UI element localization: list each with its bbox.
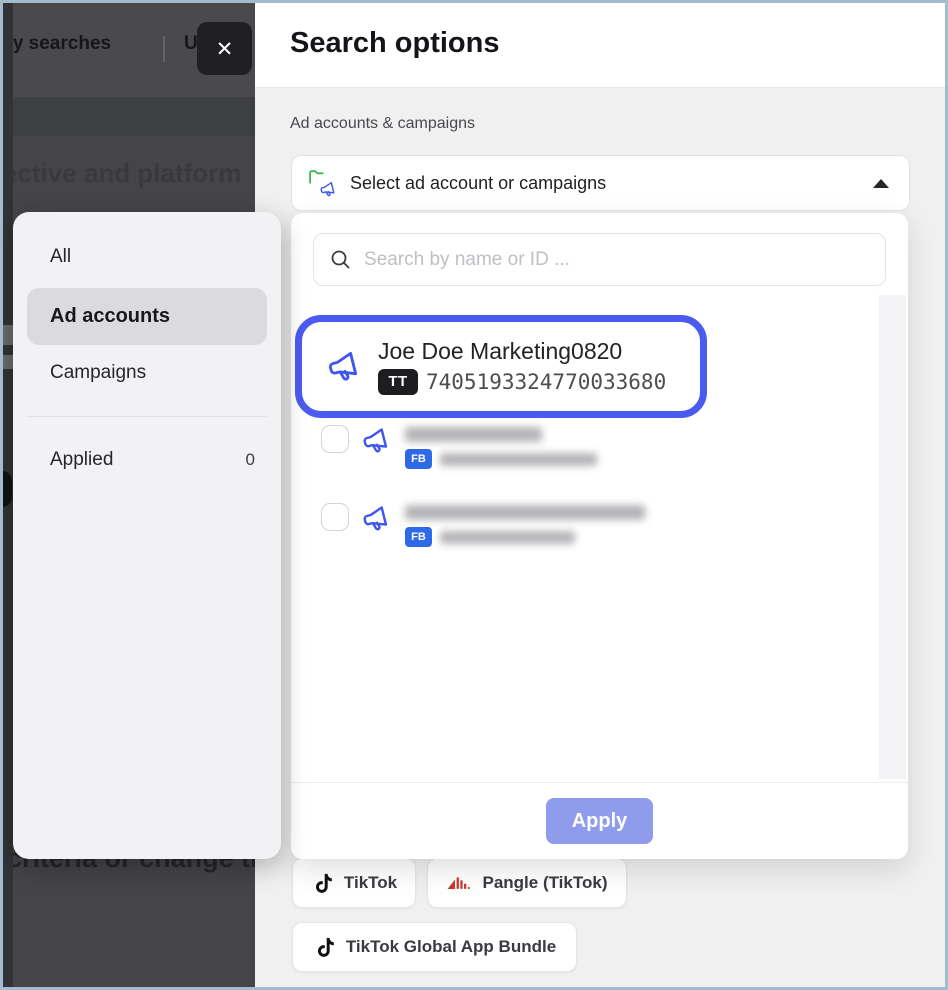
redacted-account-id (440, 453, 597, 466)
account-id: 7405193324770033680 (426, 370, 666, 394)
my-searches-tab[interactable]: My searches (0, 33, 111, 55)
page-title: Search options (290, 27, 500, 60)
redacted-account-name (405, 505, 645, 520)
search-icon (330, 249, 352, 271)
account-info-redacted: FB (405, 503, 645, 547)
megaphone-icon (319, 180, 338, 199)
panel-header: Search options (255, 3, 945, 88)
checkbox[interactable] (321, 425, 349, 453)
applied-count: 0 (246, 450, 255, 470)
screenshot-frame: My searches US ective and platform crite… (0, 0, 948, 990)
section-label: Ad accounts & campaigns (290, 115, 475, 133)
close-icon: ✕ (216, 37, 234, 61)
platform-button-label: TikTok Global App Bundle (346, 937, 556, 957)
platform-button-tiktok-global[interactable]: TikTok Global App Bundle (292, 922, 577, 972)
redacted-account-id (440, 531, 575, 544)
dimmed-page-band (3, 97, 255, 136)
megaphone-icon (361, 425, 393, 457)
megaphone-icon (326, 348, 364, 386)
account-option-highlighted[interactable]: Joe Doe Marketing0820 TT 740519332477003… (295, 315, 707, 418)
account-info-redacted: FB (405, 425, 597, 469)
apply-button[interactable]: Apply (546, 798, 653, 844)
dropdown-footer: Apply (291, 782, 908, 859)
tab-ad-accounts-active[interactable]: Ad accounts (27, 288, 267, 345)
facebook-platform-badge: FB (405, 449, 432, 469)
dimmed-fragment (3, 325, 13, 345)
account-name: Joe Doe Marketing0820 (378, 338, 666, 366)
dimmed-page-left-edge (3, 3, 13, 987)
close-button[interactable]: ✕ (197, 22, 252, 75)
chevron-up-icon (873, 179, 889, 188)
ad-account-select[interactable]: Select ad account or campaigns (291, 155, 910, 211)
platform-button-tiktok[interactable]: TikTok (292, 858, 416, 908)
platform-button-label: Pangle (TikTok) (482, 873, 607, 893)
tiktok-platform-badge: TT (378, 369, 418, 395)
platform-button-pangle[interactable]: Pangle (TikTok) (427, 858, 627, 908)
scrollbar-track[interactable] (879, 295, 906, 779)
account-option-redacted[interactable]: FB (321, 503, 645, 547)
filter-tabs-panel: All Ad accounts Campaigns Applied 0 (13, 212, 281, 859)
nav-divider (163, 36, 165, 62)
account-option-redacted[interactable]: FB (321, 425, 597, 469)
dimmed-fragment (3, 355, 13, 369)
account-meta: FB (405, 527, 645, 547)
pangle-icon (446, 875, 472, 891)
tiktok-icon (311, 872, 334, 895)
account-meta: FB (405, 449, 597, 469)
ad-account-campaign-icon (308, 169, 338, 197)
applied-row[interactable]: Applied 0 (50, 449, 255, 471)
facebook-platform-badge: FB (405, 527, 432, 547)
checkbox[interactable] (321, 503, 349, 531)
dimmed-fragment (0, 471, 12, 507)
divider (27, 416, 267, 417)
dimmed-headline-mid: ective and platform (3, 158, 255, 189)
tiktok-icon (313, 936, 336, 959)
megaphone-icon (361, 503, 393, 535)
account-info: Joe Doe Marketing0820 TT 740519332477003… (378, 338, 666, 395)
applied-label: Applied (50, 449, 113, 471)
tab-campaigns[interactable]: Campaigns (50, 362, 146, 384)
tab-all[interactable]: All (50, 246, 71, 268)
redacted-account-name (405, 427, 542, 442)
search-input[interactable] (364, 249, 871, 271)
account-meta: TT 7405193324770033680 (378, 369, 666, 395)
dropdown-search-box[interactable] (313, 233, 886, 286)
select-placeholder: Select ad account or campaigns (350, 173, 606, 194)
platform-button-label: TikTok (344, 873, 397, 893)
account-dropdown-panel: Joe Doe Marketing0820 TT 740519332477003… (291, 213, 908, 859)
